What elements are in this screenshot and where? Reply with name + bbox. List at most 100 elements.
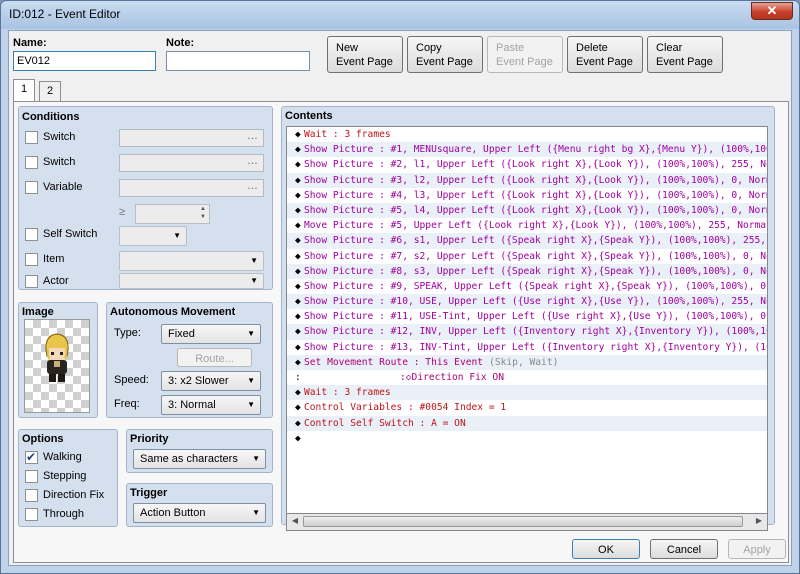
- scroll-left-icon[interactable]: ◀: [289, 516, 301, 525]
- command-row[interactable]: ::◇Direction Fix ON: [287, 370, 767, 385]
- command-row[interactable]: ◆ Show Picture : #1, MENUsquare, Upper Le…: [287, 142, 767, 158]
- item-select[interactable]: ▼: [119, 251, 264, 271]
- command-row[interactable]: ◆ Show Picture : #3, l2, Upper Left ({Loo…: [287, 172, 767, 188]
- command-name: Show Picture: [304, 174, 374, 186]
- variable-picker[interactable]: …: [119, 179, 264, 197]
- command-separator: :: [373, 235, 391, 247]
- copy-event-page-button[interactable]: Copy Event Page: [407, 36, 483, 73]
- command-marker: ◆: [295, 250, 301, 262]
- tab-page-1[interactable]: 1: [13, 79, 35, 101]
- command-row[interactable]: ◆ Show Picture : #4, l3, Upper Left ({Loo…: [287, 188, 767, 203]
- command-row[interactable]: ◆ Show Picture : #13, INV-Tint, Upper Lef…: [287, 340, 767, 355]
- command-row[interactable]: ◆ Show Picture : #8, s3, Upper Left ({Spe…: [287, 263, 767, 279]
- command-separator: :: [373, 296, 391, 308]
- command-marker: ◆: [295, 265, 301, 277]
- delete-event-page-button[interactable]: Delete Event Page: [567, 36, 643, 73]
- actor-label: Actor: [43, 275, 69, 287]
- command-args: A = ON: [431, 417, 466, 429]
- chevron-down-icon: ▼: [247, 329, 255, 338]
- command-extra: (Skip, Wait): [489, 356, 559, 368]
- tab-page-2[interactable]: 2: [39, 81, 61, 101]
- command-row[interactable]: ◆ Show Picture : #7, s2, Upper Left ({Spe…: [287, 249, 767, 264]
- command-row[interactable]: ◆ Show Picture : #6, s1, Upper Left ({Spe…: [287, 233, 767, 249]
- button-line: Copy: [416, 42, 442, 54]
- speed-select[interactable]: 3: x2 Slower ▼: [161, 371, 261, 391]
- command-row[interactable]: ◆ Wait : 3 frames: [287, 127, 767, 142]
- trigger-select[interactable]: Action Button ▼: [133, 503, 266, 523]
- title-bar[interactable]: ID:012 - Event Editor ✕: [1, 1, 799, 29]
- chevron-down-icon: ▼: [252, 454, 260, 463]
- command-name: Set Movement Route: [304, 356, 408, 368]
- scroll-right-icon[interactable]: ▶: [753, 516, 765, 525]
- close-button[interactable]: ✕: [751, 2, 793, 20]
- command-row[interactable]: ◆ Wait : 3 frames: [287, 385, 767, 401]
- command-marker: ◆: [295, 341, 301, 353]
- movement-type-select[interactable]: Fixed ▼: [161, 324, 261, 344]
- spin-down-icon[interactable]: ▼: [200, 214, 206, 220]
- options-group: Options Walking Stepping Direction Fix T…: [18, 429, 118, 527]
- new-event-page-button[interactable]: New Event Page: [327, 36, 403, 73]
- stepping-checkbox[interactable]: [25, 470, 38, 483]
- options-title: Options: [22, 433, 64, 445]
- speed-value: 3: x2 Slower: [168, 375, 229, 387]
- cancel-button[interactable]: Cancel: [650, 539, 718, 559]
- variable-checkbox[interactable]: [25, 181, 38, 194]
- self-switch-select[interactable]: ▼: [119, 226, 187, 246]
- trigger-value: Action Button: [140, 507, 206, 519]
- command-row[interactable]: ◆ Show Picture : #12, INV, Upper Left ({I…: [287, 324, 767, 340]
- switch2-checkbox[interactable]: [25, 156, 38, 169]
- command-row[interactable]: ◆ Move Picture : #5, Upper Left ({Look ri…: [287, 218, 767, 233]
- command-args: 3 frames: [344, 387, 391, 399]
- event-command-list[interactable]: ◆ Wait : 3 frames ◆ Show Picture : #1, MENU…: [286, 126, 768, 514]
- command-separator: :: [373, 280, 391, 292]
- variable-value-spinner[interactable]: ▲ ▼: [135, 204, 210, 224]
- through-checkbox[interactable]: [25, 508, 38, 521]
- switch1-label: Switch: [43, 131, 76, 143]
- command-row[interactable]: ◆ Control Self Switch : A = ON: [287, 415, 767, 431]
- event-image-preview[interactable]: [24, 319, 90, 413]
- paste-event-page-button[interactable]: Paste Event Page: [487, 36, 563, 73]
- movement-type-value: Fixed: [168, 328, 195, 340]
- event-editor-window: ID:012 - Event Editor ✕ Name: Note: New E…: [0, 0, 800, 574]
- self-switch-checkbox[interactable]: [25, 228, 38, 241]
- direction-fix-checkbox[interactable]: [25, 489, 38, 502]
- item-checkbox[interactable]: [25, 253, 38, 266]
- command-name: Show Picture: [304, 204, 374, 216]
- clear-event-page-button[interactable]: Clear Event Page: [647, 36, 723, 73]
- command-row[interactable]: ◆ Control Variables : #0054 Index = 1: [287, 400, 767, 415]
- image-title: Image: [22, 306, 54, 318]
- note-field[interactable]: [166, 51, 310, 71]
- actor-checkbox[interactable]: [25, 275, 38, 288]
- freq-select[interactable]: 3: Normal ▼: [161, 395, 261, 415]
- command-row[interactable]: ◆ Show Picture : #11, USE-Tint, Upper Lef…: [287, 309, 767, 324]
- conditions-group: Conditions Switch … Switch … Variable … …: [18, 106, 273, 290]
- command-marker: ◆: [295, 174, 301, 186]
- command-separator: :: [373, 250, 391, 262]
- name-field[interactable]: [13, 51, 156, 71]
- ok-button[interactable]: OK: [572, 539, 640, 559]
- command-marker: ◆: [295, 356, 301, 368]
- command-row[interactable]: ◆ Show Picture : #9, SPEAK, Upper Left ({…: [287, 279, 767, 294]
- switch1-checkbox[interactable]: [25, 131, 38, 144]
- button-line: Event Page: [656, 56, 713, 68]
- actor-select[interactable]: ▼: [119, 273, 264, 289]
- command-row[interactable]: ◆: [287, 431, 767, 446]
- command-marker: ◆: [295, 204, 301, 216]
- command-marker: ◆: [295, 235, 301, 247]
- spin-up-icon[interactable]: ▲: [200, 206, 206, 212]
- scrollbar-thumb[interactable]: [303, 516, 743, 527]
- route-button[interactable]: Route...: [177, 348, 252, 367]
- switch1-picker[interactable]: …: [119, 129, 264, 147]
- command-row[interactable]: ◆ Show Picture : #10, USE, Upper Left ({U…: [287, 294, 767, 310]
- command-name: Show Picture: [304, 326, 374, 338]
- command-row[interactable]: ◆ Show Picture : #2, l1, Upper Left ({Loo…: [287, 157, 767, 172]
- apply-button[interactable]: Apply: [728, 539, 786, 559]
- command-row[interactable]: ◆ Show Picture : #5, l4, Upper Left ({Loo…: [287, 202, 767, 219]
- command-separator: :: [373, 159, 391, 171]
- button-line: Delete: [576, 42, 608, 54]
- priority-select[interactable]: Same as characters ▼: [133, 449, 266, 469]
- horizontal-scrollbar[interactable]: ◀ ▶: [286, 514, 768, 531]
- switch2-picker[interactable]: …: [119, 154, 264, 172]
- walking-checkbox[interactable]: [25, 450, 38, 464]
- command-row[interactable]: ◆ Set Movement Route : This Event (Skip, W…: [287, 354, 767, 370]
